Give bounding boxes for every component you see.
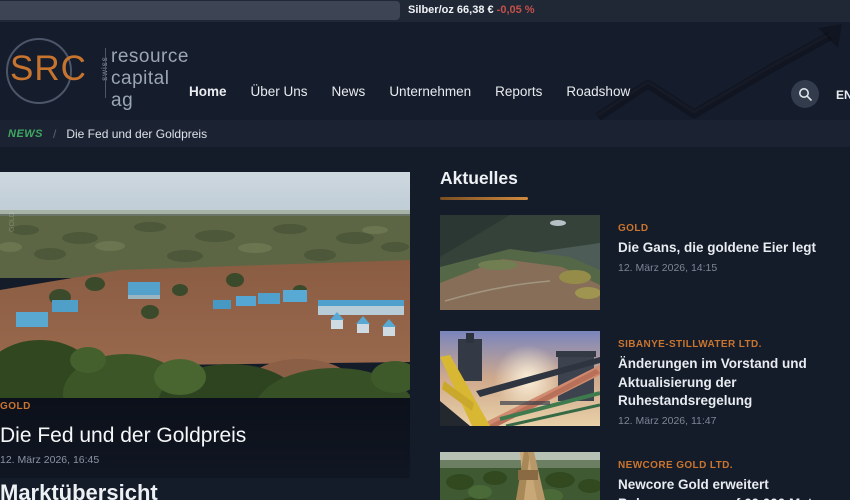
nav-item-home[interactable]: Home <box>189 84 227 99</box>
news-item-gans[interactable]: GOLD Die Gans, die goldene Eier legt 12.… <box>440 215 850 310</box>
news-text-block: GOLD Die Gans, die goldene Eier legt 12.… <box>600 215 832 310</box>
site-logo[interactable]: SRC swiss resource capital ag <box>6 32 189 114</box>
breadcrumb: NEWS / Die Fed und der Goldpreis <box>0 120 850 147</box>
logo-resource-text: resource <box>111 46 189 67</box>
nav-item-ueber-uns[interactable]: Über Uns <box>251 84 308 99</box>
news-category: GOLD <box>618 223 649 234</box>
breadcrumb-separator: / <box>53 126 57 141</box>
news-category: NEWCORE GOLD LTD. <box>618 460 733 471</box>
ticker-bar: Silber/oz 66,38 € -0,05 % <box>0 0 850 22</box>
breadcrumb-current-page: Die Fed und der Goldpreis <box>66 126 208 141</box>
news-text-block: NEWCORE GOLD LTD. Newcore Gold erweitert… <box>600 452 832 500</box>
news-item-sibanye[interactable]: SIBANYE-STILLWATER LTD. Änderungen im Vo… <box>440 331 850 427</box>
nav-item-news[interactable]: News <box>332 84 366 99</box>
news-thumbnail-drill-rig <box>440 452 600 500</box>
article-hero-image[interactable]: GOLD <box>0 172 410 398</box>
aerial-mining-camp-image: GOLD <box>0 172 410 398</box>
ticker-value: 66,38 € <box>456 4 494 16</box>
news-thumbnail-plant <box>440 331 600 426</box>
aktuelles-heading: Aktuelles <box>440 168 518 188</box>
aktuelles-underline <box>440 197 528 200</box>
language-switch[interactable]: EN <box>836 88 850 102</box>
news-title[interactable]: Newcore Gold erweitert Bohrprogramm auf … <box>618 476 832 500</box>
article-date: 12. März 2026, 16:45 <box>0 454 100 466</box>
site-header: SRC swiss resource capital ag Home Über … <box>0 22 850 120</box>
news-title[interactable]: Änderungen im Vorstand und Aktuali­sieru… <box>618 355 832 411</box>
logo-divider <box>105 48 106 98</box>
ticker-change: -0,05 % <box>496 4 535 16</box>
nav-item-roadshow[interactable]: Roadshow <box>566 84 630 99</box>
news-text-block: SIBANYE-STILLWATER LTD. Änderungen im Vo… <box>600 331 832 427</box>
article-title[interactable]: Die Fed und der Goldpreis <box>0 424 246 448</box>
news-date: 12. März 2026, 11:47 <box>618 414 717 427</box>
article-section-heading: Marktübersicht <box>0 480 158 500</box>
search-icon <box>799 88 812 101</box>
nav-item-unternehmen[interactable]: Unternehmen <box>389 84 471 99</box>
news-date: 12. März 2026, 14:15 <box>618 261 718 274</box>
search-button[interactable] <box>791 80 819 108</box>
news-title[interactable]: Die Gans, die goldene Eier legt <box>618 239 832 258</box>
article-category-label[interactable]: GOLD <box>0 401 31 412</box>
logo-capital-text: capital ag <box>111 68 170 111</box>
main-nav: Home Über Uns News Unternehmen Reports R… <box>189 84 630 99</box>
ticker-previous-item[interactable] <box>0 1 400 20</box>
svg-text:GOLD: GOLD <box>9 212 16 232</box>
ticker-label: Silber/oz <box>408 4 454 16</box>
nav-item-reports[interactable]: Reports <box>495 84 542 99</box>
breadcrumb-section-link[interactable]: NEWS <box>8 128 43 140</box>
ticker-silver-price[interactable]: Silber/oz 66,38 € -0,05 % <box>408 4 535 16</box>
news-category: SIBANYE-STILLWATER LTD. <box>618 339 762 350</box>
logo-src-text: SRC <box>10 49 87 88</box>
news-thumbnail-mountain <box>440 215 600 310</box>
news-item-newcore[interactable]: NEWCORE GOLD LTD. Newcore Gold erweitert… <box>440 452 850 500</box>
